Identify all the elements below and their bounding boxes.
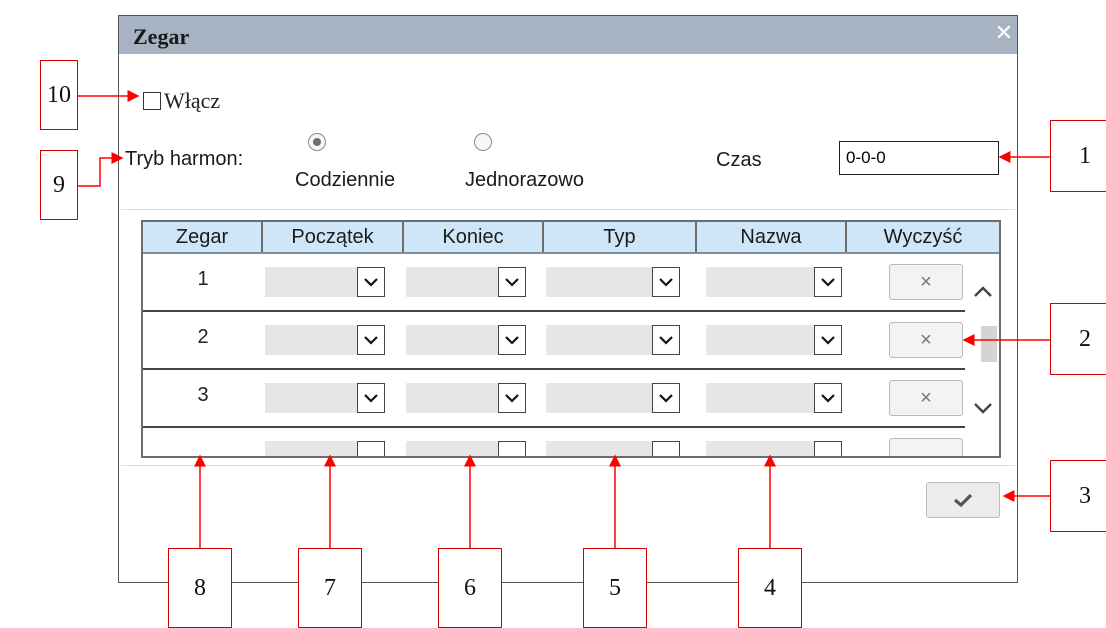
callout-1: 1 bbox=[1050, 120, 1106, 192]
callout-4: 4 bbox=[738, 548, 802, 628]
callout-2: 2 bbox=[1050, 303, 1106, 375]
callout-7: 7 bbox=[298, 548, 362, 628]
callout-10: 10 bbox=[40, 60, 78, 130]
callout-9: 9 bbox=[40, 150, 78, 220]
callout-6: 6 bbox=[438, 548, 502, 628]
callout-8: 8 bbox=[168, 548, 232, 628]
annotation-arrows bbox=[78, 90, 1050, 548]
callout-3: 3 bbox=[1050, 460, 1106, 532]
callout-5: 5 bbox=[583, 548, 647, 628]
